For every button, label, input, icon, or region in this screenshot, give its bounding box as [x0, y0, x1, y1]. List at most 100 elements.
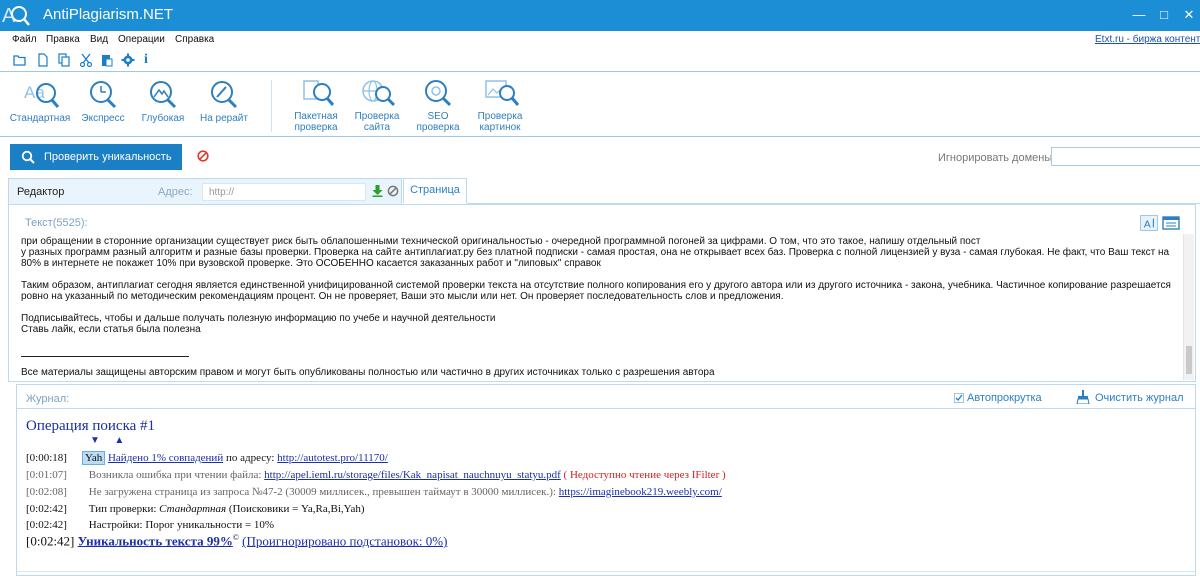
download-icon[interactable]	[372, 185, 383, 197]
log-url[interactable]: http://autotest.pro/11170/	[277, 452, 388, 464]
new-document-icon[interactable]	[36, 53, 50, 67]
menu-bar: Файл Правка Вид Операции Справка Etxt.ru…	[0, 31, 1200, 49]
menu-edit[interactable]: Правка	[46, 34, 80, 45]
batch-check-label-2: проверка	[294, 122, 338, 133]
ignore-domains-input[interactable]	[1051, 147, 1200, 166]
rewrite-check-button[interactable]: На рерайт	[196, 78, 252, 124]
seo-check-label-2: проверка	[416, 122, 460, 133]
log-timestamp: [0:01:07]	[26, 469, 67, 481]
express-check-label: Экспресс	[81, 113, 125, 124]
editor-line: при обращении в сторонние организации су…	[21, 236, 981, 247]
log-entry: [0:00:18] Yah Найдено 1% совпадений по ад…	[26, 451, 388, 465]
log-text: Не загружена страница из запроса №47-2 (…	[88, 486, 559, 498]
editor-header: Текст(5525): A	[9, 205, 1195, 233]
seo-check-label-1: SEO	[427, 111, 449, 122]
batch-check-button[interactable]: Пакетная проверка	[288, 78, 344, 133]
tab-editor[interactable]: Редактор Адрес: http://	[8, 178, 402, 204]
log-text: Возникла ошибка при чтении файла:	[88, 469, 265, 481]
clear-journal-button[interactable]: Очистить журнал	[1095, 392, 1184, 404]
site-check-label-2: сайта	[363, 122, 391, 133]
site-check-label-1: Проверка	[354, 111, 400, 122]
log-match-link[interactable]: Найдено 1% совпадений	[108, 452, 223, 464]
search-engine-badge: Yah	[82, 451, 106, 465]
ribbon: Aa Стандартная Экспресс Глубокая На рера…	[0, 72, 1200, 137]
tab-page[interactable]: Страница	[403, 178, 467, 203]
image-check-button[interactable]: Проверка картинок	[472, 78, 528, 133]
check-type-value: Стандартная	[159, 503, 227, 515]
log-url[interactable]: https://imaginebook219.weebly.com/	[559, 486, 722, 498]
deep-check-label: Глубокая	[141, 113, 185, 124]
site-check-icon	[362, 80, 396, 107]
log-text: (Поисковики = Ya,Ra,Bi,Yah)	[226, 503, 365, 515]
uniqueness-result-link[interactable]: Уникальность текста 99%	[78, 533, 233, 548]
seo-check-button[interactable]: SEO проверка	[412, 78, 464, 133]
standard-check-button[interactable]: Aa Стандартная	[8, 78, 72, 124]
ignored-substitutions-link[interactable]: (Проигнорировано подстановок: 0%)	[242, 533, 447, 548]
log-entry: [0:01:07] Возникла ошибка при чтении фай…	[26, 469, 726, 482]
open-folder-icon[interactable]	[13, 53, 27, 67]
close-button[interactable]: ✕	[1178, 4, 1200, 26]
cut-icon[interactable]	[79, 53, 93, 67]
copy-icon[interactable]	[57, 53, 71, 67]
log-entry: [0:02:42] Тип проверки: Стандартная (Пои…	[26, 503, 365, 516]
text-count-label: Текст(5525):	[25, 217, 88, 229]
log-timestamp: [0:02:42]	[26, 503, 67, 515]
check-uniqueness-button[interactable]: Проверить уникальность	[10, 144, 182, 170]
result-line: [0:02:42] Уникальность текста 99%© (Прои…	[26, 533, 447, 549]
log-timestamp: [0:02:08]	[26, 486, 67, 498]
log-text: по адресу:	[223, 452, 278, 464]
maximize-button[interactable]: □	[1153, 4, 1175, 26]
log-url[interactable]: http://apel.ieml.ru/storage/files/Kak_na…	[264, 469, 561, 481]
scrollbar-thumb[interactable]	[1186, 346, 1192, 374]
editor-panel: Текст(5525): A при обращении в сторонние…	[8, 204, 1196, 382]
title-bar: A AntiPlagiarism.NET — □ ✕	[0, 0, 1200, 31]
image-check-label-1: Проверка	[477, 111, 523, 122]
minimize-button[interactable]: —	[1128, 4, 1150, 26]
rewrite-check-icon	[211, 81, 238, 109]
quick-toolbar: i	[0, 50, 1200, 72]
window-title: AntiPlagiarism.NET	[43, 6, 174, 23]
autoscroll-checkbox[interactable]	[954, 393, 964, 403]
menu-help[interactable]: Справка	[175, 34, 214, 45]
expand-collapse-arrows[interactable]: ▼ ▲	[90, 435, 130, 446]
separator-line	[21, 356, 189, 357]
editor-line: Ставь лайк, если статья была полезна	[21, 324, 201, 335]
express-check-icon	[90, 81, 117, 109]
journal-log: Операция поиска #1 ▼ ▲ [0:00:18] Yah Найд…	[26, 415, 1186, 565]
deep-check-icon	[150, 81, 177, 109]
clear-address-icon[interactable]	[387, 185, 399, 197]
operation-title: Операция поиска #1	[26, 418, 156, 434]
log-timestamp: [0:00:18]	[26, 452, 67, 464]
site-check-button[interactable]: Проверка сайта	[350, 78, 404, 133]
text-format-icon[interactable]: A	[1140, 215, 1158, 231]
clear-brush-icon[interactable]	[1075, 390, 1091, 404]
app-logo-icon: A	[2, 5, 30, 27]
deep-check-button[interactable]: Глубокая	[138, 78, 188, 124]
express-check-button[interactable]: Экспресс	[78, 78, 128, 124]
menu-operations[interactable]: Операции	[118, 34, 165, 45]
editor-scrollbar[interactable]	[1183, 234, 1194, 380]
image-check-icon	[485, 80, 520, 106]
autoscroll-label[interactable]: Автопрокрутка	[967, 392, 1042, 404]
standard-check-label: Стандартная	[9, 113, 71, 124]
journal-bottom-line	[17, 571, 1195, 572]
menu-view[interactable]: Вид	[90, 34, 108, 45]
editor-line: Подписывайтесь, чтобы и дальше получать …	[21, 313, 496, 324]
paste-icon[interactable]	[100, 53, 114, 67]
journal-label: Журнал:	[26, 393, 70, 405]
info-icon[interactable]: i	[144, 52, 158, 67]
html-view-icon[interactable]	[1161, 215, 1181, 231]
tabs-row: Редактор Адрес: http:// Страница	[0, 178, 1200, 204]
menu-file[interactable]: Файл	[12, 34, 37, 45]
settings-icon[interactable]	[121, 53, 135, 67]
tab-editor-label: Редактор	[17, 186, 65, 198]
address-input[interactable]: http://	[202, 183, 366, 201]
image-check-label-2: картинок	[479, 122, 521, 133]
etxt-link[interactable]: Etxt.ru - биржа контента	[1095, 34, 1200, 45]
editor-text-area[interactable]: при обращении в сторонние организации су…	[21, 236, 1181, 380]
copyright-mark: ©	[232, 533, 239, 542]
log-text: Тип проверки:	[88, 503, 160, 515]
ignore-domains-label: Игнорировать домены:	[938, 152, 1056, 164]
stop-icon[interactable]	[197, 150, 209, 162]
batch-check-icon	[303, 80, 335, 106]
